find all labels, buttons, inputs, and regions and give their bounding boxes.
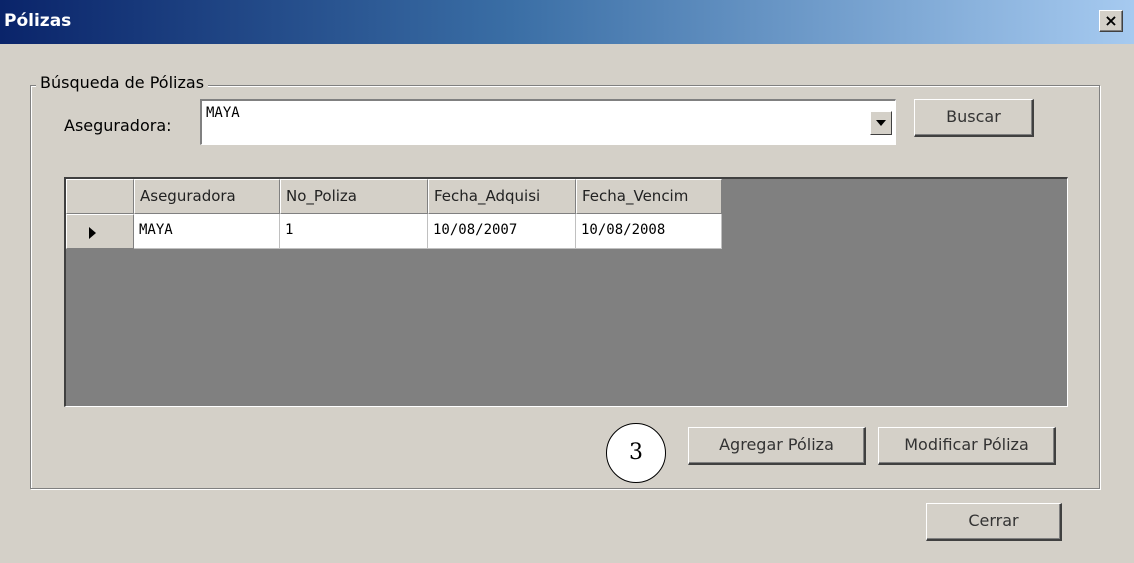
aseguradora-combobox[interactable]: MAYA (200, 99, 896, 145)
table-cell-fecha-adquisicion[interactable]: 10/08/2007 (428, 214, 576, 249)
agregar-poliza-button[interactable]: Agregar Póliza (688, 427, 866, 465)
aseguradora-value: MAYA (206, 105, 240, 121)
modificar-poliza-button[interactable]: Modificar Póliza (878, 427, 1056, 465)
window-title: Pólizas (4, 11, 72, 31)
chevron-down-icon[interactable] (870, 111, 892, 135)
aseguradora-label: Aseguradora: (64, 116, 172, 135)
column-header-fecha-adquisicion[interactable]: Fecha_Adquisi (428, 179, 576, 214)
search-group-legend: Búsqueda de Pólizas (36, 73, 209, 92)
column-header-no-poliza[interactable]: No_Poliza (280, 179, 428, 214)
title-bar: Pólizas (0, 0, 1134, 44)
polizas-grid[interactable]: Aseguradora No_Poliza Fecha_Adquisi Fech… (64, 177, 1068, 407)
row-pointer-icon (89, 227, 96, 239)
table-cell-aseguradora[interactable]: MAYA (134, 214, 280, 249)
buscar-button[interactable]: Buscar (914, 99, 1034, 137)
table-cell-fecha-vencimiento[interactable]: 10/08/2008 (576, 214, 722, 249)
close-icon: × (1104, 11, 1118, 30)
step-number-annotation: 3 (606, 423, 666, 483)
table-cell-no-poliza[interactable]: 1 (280, 214, 428, 249)
grid-corner-header (66, 179, 134, 214)
row-header[interactable] (66, 214, 134, 249)
close-button[interactable]: × (1099, 10, 1123, 32)
column-header-fecha-vencimiento[interactable]: Fecha_Vencim (576, 179, 722, 214)
cerrar-button[interactable]: Cerrar (926, 503, 1062, 541)
column-header-aseguradora[interactable]: Aseguradora (134, 179, 280, 214)
